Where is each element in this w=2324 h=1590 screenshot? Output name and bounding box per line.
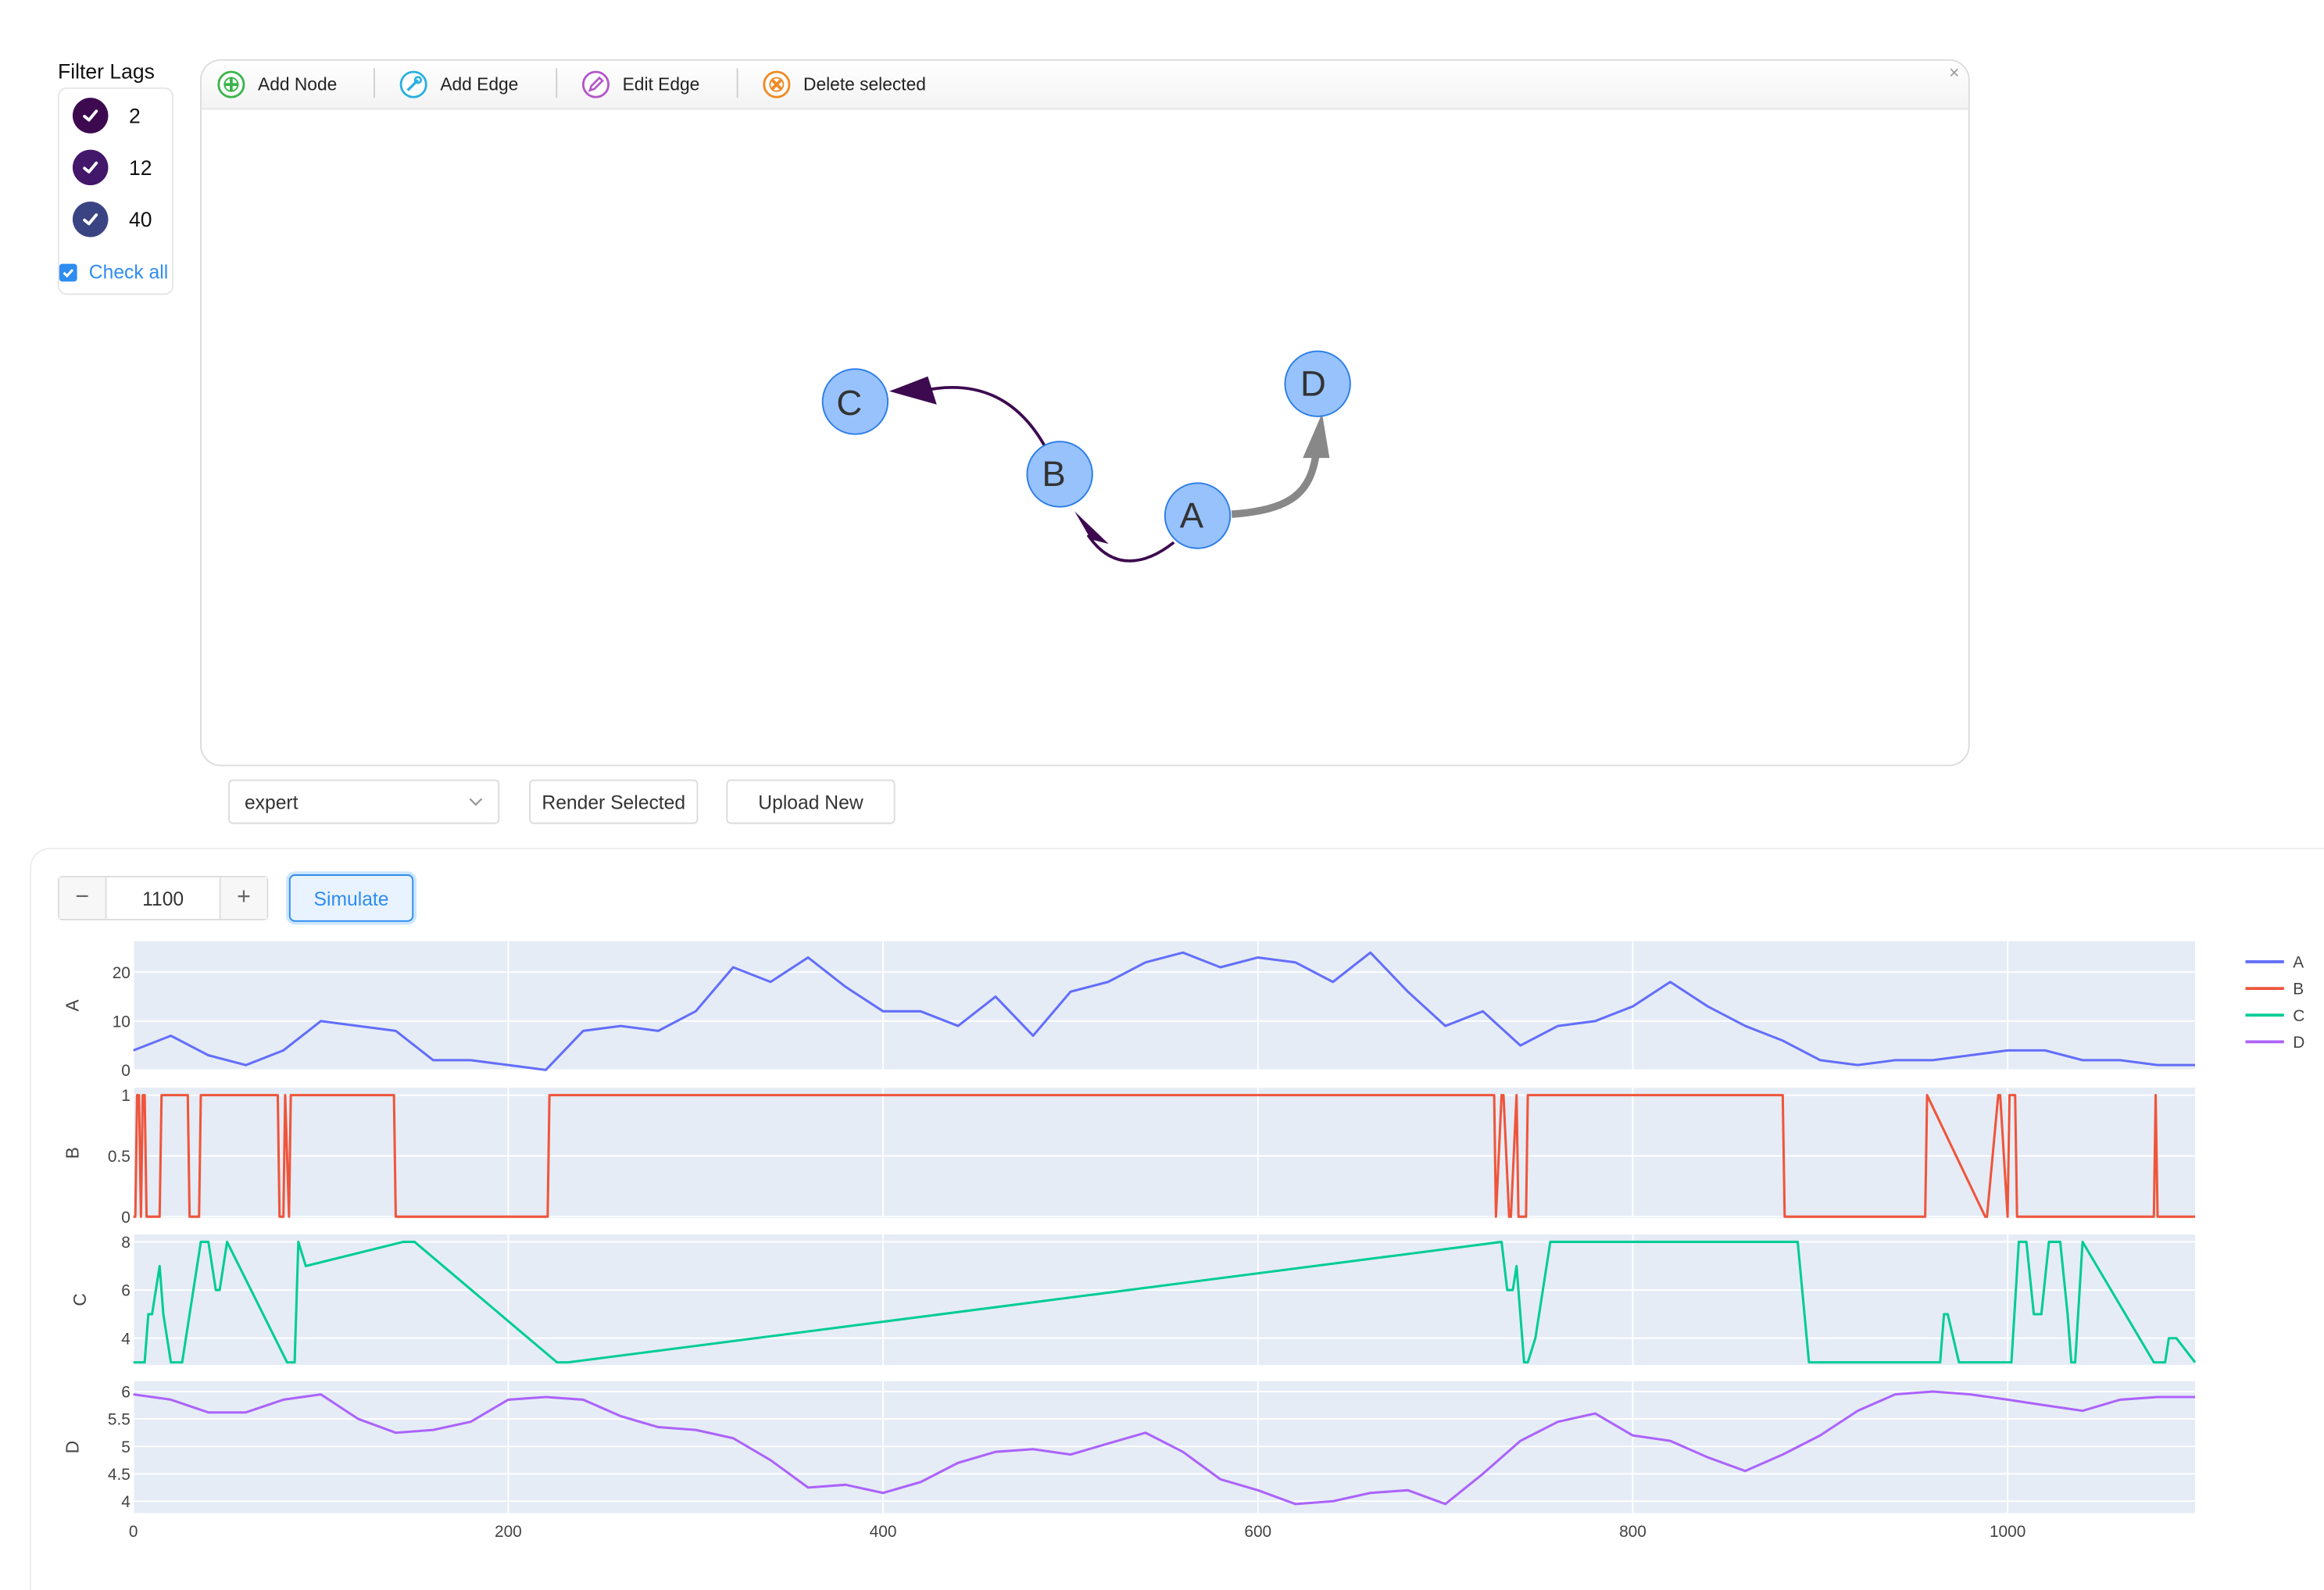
legend-label[interactable]: D [2293,1034,2304,1052]
y-tick-label: 5.5 [108,1411,131,1429]
y-tick-label: 10 [113,1013,131,1031]
legend-label[interactable]: A [2293,954,2304,972]
y-axis-label: A [63,999,83,1012]
y-tick-label: 0.5 [108,1148,131,1166]
y-tick-label: 6 [121,1282,131,1300]
y-tick-label: 8 [121,1234,131,1252]
y-tick-label: 4.5 [108,1466,131,1484]
legend-label[interactable]: B [2293,981,2304,999]
subplot-background [133,1234,2196,1365]
y-tick-label: 20 [113,964,131,982]
subplot-background [133,941,2196,1070]
x-tick-label: 200 [495,1523,522,1541]
x-tick-label: 400 [870,1523,897,1541]
time-series-chart: 0 10 20 A 0 0.5 1 B 4 6 8 C 4 4.5 5 5.5 6 D 0 200 400 600 800 1… [63,941,2304,1541]
y-tick-label: 4 [121,1330,131,1348]
x-tick-label: 800 [1619,1523,1646,1541]
y-tick-label: 5 [121,1438,131,1456]
y-tick-label: 4 [121,1493,131,1511]
y-tick-label: 1 [121,1087,131,1105]
y-tick-label: 0 [121,1062,131,1080]
subplot-background [133,1088,2196,1219]
y-axis-label: D [63,1441,83,1453]
app-root: Filter Lags 2 12 40 Check all Add Node A… [0,0,2324,1590]
y-axis-label: C [70,1293,90,1306]
y-axis-label: B [63,1147,83,1159]
x-tick-label: 600 [1244,1523,1271,1541]
y-tick-label: 6 [121,1384,131,1402]
x-tick-label: 1000 [1990,1523,2025,1541]
x-tick-label: 0 [129,1523,138,1541]
legend-label[interactable]: C [2293,1007,2304,1025]
y-tick-label: 0 [121,1209,131,1227]
